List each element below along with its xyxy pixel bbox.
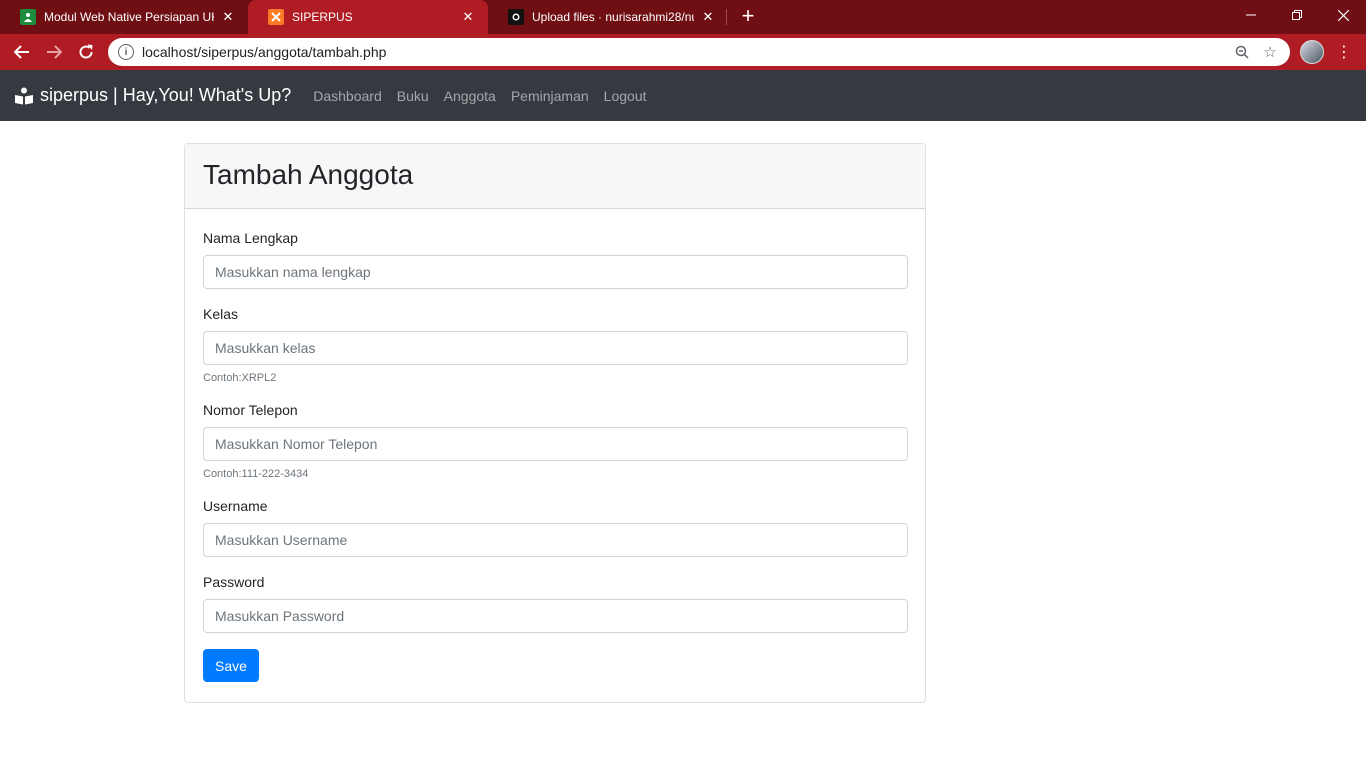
close-tab-icon[interactable]: ✕ — [220, 9, 236, 25]
tab-title: Upload files · nurisarahmi28/nurisarahmi — [532, 10, 694, 24]
minimize-icon[interactable] — [1228, 0, 1274, 30]
site-info-icon[interactable]: i — [118, 44, 134, 60]
password-label: Password — [203, 574, 265, 590]
username-input[interactable] — [203, 523, 908, 557]
form-group-password: Password — [203, 573, 908, 633]
username-label: Username — [203, 498, 268, 514]
profile-avatar[interactable] — [1300, 40, 1324, 64]
kelas-help-text: Contoh:XRPL2 — [203, 372, 277, 384]
zoom-icon[interactable] — [1228, 40, 1256, 64]
book-reader-icon — [15, 87, 33, 104]
nav-link-buku[interactable]: Buku — [397, 88, 429, 104]
back-arrow-icon[interactable] — [10, 40, 34, 64]
forward-arrow-icon[interactable] — [42, 40, 66, 64]
close-window-icon[interactable] — [1320, 0, 1366, 30]
browser-toolbar: i localhost/siperpus/anggota/tambah.php … — [0, 34, 1366, 70]
form-card: Tambah Anggota Nama Lengkap Kelas Contoh… — [184, 143, 926, 703]
new-tab-icon[interactable]: + — [736, 5, 760, 29]
nav-link-logout[interactable]: Logout — [604, 88, 647, 104]
save-button[interactable]: Save — [203, 649, 259, 682]
browser-tab[interactable]: Upload files · nurisarahmi28/nurisarahmi… — [488, 0, 728, 34]
nomor-telepon-label: Nomor Telepon — [203, 402, 298, 418]
reload-icon[interactable] — [74, 40, 98, 64]
browser-menu-icon[interactable]: ⋮ — [1334, 40, 1354, 64]
app-navbar: siperpus | Hay,You! What's Up? Dashboard… — [0, 70, 1366, 121]
kelas-input[interactable] — [203, 331, 908, 365]
form-group-telepon: Nomor Telepon Contoh:111-222-3434 — [203, 401, 908, 481]
close-tab-icon[interactable]: ✕ — [460, 9, 476, 25]
browser-tabstrip: Modul Web Native Persiapan UKK ✕ SIPERPU… — [0, 0, 1366, 34]
close-tab-icon[interactable]: ✕ — [700, 9, 716, 25]
telepon-help-text: Contoh:111-222-3434 — [203, 468, 309, 480]
kelas-label: Kelas — [203, 306, 239, 322]
address-bar[interactable]: i localhost/siperpus/anggota/tambah.php … — [108, 38, 1290, 66]
password-input[interactable] — [203, 599, 908, 633]
navbar-brand[interactable]: siperpus | Hay,You! What's Up? — [14, 85, 291, 106]
card-body: Nama Lengkap Kelas Contoh:XRPL2 Nomor Te… — [185, 209, 925, 700]
form-group-kelas: Kelas Contoh:XRPL2 — [203, 305, 908, 385]
bookmark-star-icon[interactable]: ☆ — [1256, 40, 1284, 64]
nav-link-anggota[interactable]: Anggota — [444, 88, 496, 104]
card-header: Tambah Anggota — [185, 144, 925, 209]
google-classroom-icon — [20, 9, 36, 25]
page-title: Tambah Anggota — [203, 159, 414, 190]
nav-link-peminjaman[interactable]: Peminjaman — [511, 88, 589, 104]
tab-divider — [726, 9, 727, 25]
url-text: localhost/siperpus/anggota/tambah.php — [142, 44, 387, 60]
nav-links: Dashboard Buku Anggota Peminjaman Logout — [313, 88, 661, 104]
nama-lengkap-input[interactable] — [203, 255, 908, 289]
form-group-username: Username — [203, 497, 908, 557]
brand-text: siperpus | Hay,You! What's Up? — [40, 85, 292, 105]
restore-icon[interactable] — [1274, 0, 1320, 30]
xampp-icon — [268, 9, 284, 25]
tab-title: SIPERPUS — [292, 10, 353, 24]
form-group-nama: Nama Lengkap — [203, 229, 908, 289]
nav-link-dashboard[interactable]: Dashboard — [313, 88, 382, 104]
nama-lengkap-label: Nama Lengkap — [203, 230, 298, 246]
github-icon — [508, 9, 524, 25]
nomor-telepon-input[interactable] — [203, 427, 908, 461]
browser-tab-active[interactable]: SIPERPUS ✕ — [248, 0, 488, 34]
tab-title: Modul Web Native Persiapan UKK — [44, 10, 214, 24]
browser-tab[interactable]: Modul Web Native Persiapan UKK ✕ — [0, 0, 248, 34]
